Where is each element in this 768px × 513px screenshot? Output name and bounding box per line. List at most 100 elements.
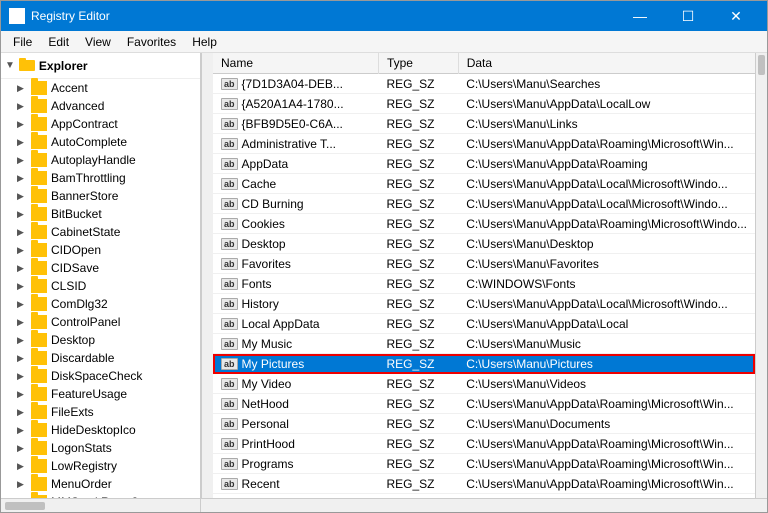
table-row[interactable]: abMy VideoREG_SZC:\Users\Manu\Videos — [213, 374, 755, 394]
cell-type: REG_SZ — [378, 314, 458, 334]
cell-name-value: Programs — [242, 457, 294, 471]
table-row[interactable]: abNetHoodREG_SZC:\Users\Manu\AppData\Roa… — [213, 394, 755, 414]
table-row[interactable]: abLocal AppDataREG_SZC:\Users\Manu\AppDa… — [213, 314, 755, 334]
menu-item-view[interactable]: View — [77, 33, 119, 51]
cell-type: REG_SZ — [378, 434, 458, 454]
sidebar-item-cabinetstate[interactable]: ▶ CabinetState — [1, 223, 200, 241]
cell-type: REG_SZ — [378, 354, 458, 374]
cell-name: ab{A520A1A4-1780... — [213, 94, 378, 114]
window-title: Registry Editor — [31, 9, 110, 23]
sidebar-arrow-icon: ▶ — [17, 353, 31, 364]
sidebar-arrow-icon: ▶ — [17, 83, 31, 94]
table-row[interactable]: abFontsREG_SZC:\WINDOWS\Fonts — [213, 274, 755, 294]
sidebar-arrow-icon: ▶ — [17, 407, 31, 418]
cell-name: ab{BFB9D5E0-C6A... — [213, 114, 378, 134]
sidebar-item-discardable[interactable]: ▶ Discardable — [1, 349, 200, 367]
sidebar-arrow-icon: ▶ — [17, 209, 31, 220]
cell-type: REG_SZ — [378, 114, 458, 134]
cell-type: REG_SZ — [378, 194, 458, 214]
sidebar-item-featureusage[interactable]: ▶ FeatureUsage — [1, 385, 200, 403]
cell-type: REG_SZ — [378, 334, 458, 354]
sidebar-item-hidedesktopico[interactable]: ▶ HideDesktopIco — [1, 421, 200, 439]
table-row[interactable]: abCD BurningREG_SZC:\Users\Manu\AppData\… — [213, 194, 755, 214]
sidebar-item-advanced[interactable]: ▶ Advanced — [1, 97, 200, 115]
table-row[interactable]: abMy MusicREG_SZC:\Users\Manu\Music — [213, 334, 755, 354]
folder-icon — [31, 243, 47, 257]
sidebar-item-label: CIDOpen — [51, 243, 101, 257]
sidebar-item-fileexts[interactable]: ▶ FileExts — [1, 403, 200, 421]
cell-name: abPrintHood — [213, 434, 378, 454]
sidebar-item-autocomplete[interactable]: ▶ AutoComplete — [1, 133, 200, 151]
col-data[interactable]: Data — [458, 53, 755, 74]
sidebar-item-menuorder[interactable]: ▶ MenuOrder — [1, 475, 200, 493]
menu-item-edit[interactable]: Edit — [40, 33, 77, 51]
table-row[interactable]: abMy PicturesREG_SZC:\Users\Manu\Picture… — [213, 354, 755, 374]
reg-ab-icon: ab — [221, 458, 238, 470]
table-row[interactable]: ab{7D1D3A04-DEB...REG_SZC:\Users\Manu\Se… — [213, 74, 755, 94]
folder-icon — [31, 387, 47, 401]
sidebar-item-label: Accent — [51, 81, 88, 95]
menu-item-file[interactable]: File — [5, 33, 40, 51]
sidebar-item-bannerstore[interactable]: ▶ BannerStore — [1, 187, 200, 205]
table-row[interactable]: abFavoritesREG_SZC:\Users\Manu\Favorites — [213, 254, 755, 274]
folder-icon — [31, 333, 47, 347]
menu-item-favorites[interactable]: Favorites — [119, 33, 184, 51]
sidebar-scrollbar[interactable] — [201, 53, 213, 498]
col-type[interactable]: Type — [378, 53, 458, 74]
sidebar-item-cidopen[interactable]: ▶ CIDOpen — [1, 241, 200, 259]
cell-name: abFonts — [213, 274, 378, 294]
cell-name: ab Cookies — [213, 214, 378, 234]
status-bar — [1, 498, 767, 512]
sidebar-arrow-icon: ▶ — [17, 281, 31, 292]
table-row[interactable]: abDesktopREG_SZC:\Users\Manu\Desktop — [213, 234, 755, 254]
menu-item-help[interactable]: Help — [184, 33, 225, 51]
table-row[interactable]: abPersonalREG_SZC:\Users\Manu\Documents — [213, 414, 755, 434]
sidebar-item-clsid[interactable]: ▶ CLSID — [1, 277, 200, 295]
table-row[interactable]: abRecentREG_SZC:\Users\Manu\AppData\Roam… — [213, 474, 755, 494]
table-row[interactable]: abAppDataREG_SZC:\Users\Manu\AppData\Roa… — [213, 154, 755, 174]
maximize-button[interactable]: ☐ — [665, 1, 711, 31]
reg-ab-icon: ab — [221, 78, 238, 90]
cell-name: abDesktop — [213, 234, 378, 254]
sidebar-item-controlpanel[interactable]: ▶ ControlPanel — [1, 313, 200, 331]
sidebar-item-bamthrottling[interactable]: ▶ BamThrottling — [1, 169, 200, 187]
sidebar-item-accent[interactable]: ▶ Accent — [1, 79, 200, 97]
reg-ab-icon: ab — [221, 218, 238, 230]
sidebar-item-comdlg32[interactable]: ▶ ComDlg32 — [1, 295, 200, 313]
sidebar-item-logonstats[interactable]: ▶ LogonStats — [1, 439, 200, 457]
sidebar-hscroll[interactable] — [1, 499, 201, 512]
cell-name-value: Personal — [242, 417, 289, 431]
cell-name: abNetHood — [213, 394, 378, 414]
cell-name-value: Cookies — [242, 217, 285, 231]
cell-name-value: Local AppData — [242, 317, 320, 331]
cell-data: C:\Users\Manu\AppData\Local — [458, 314, 755, 334]
table-row[interactable]: abHistoryREG_SZC:\Users\Manu\AppData\Loc… — [213, 294, 755, 314]
sidebar-item-autoplayhandle[interactable]: ▶ AutoplayHandle — [1, 151, 200, 169]
sidebar-item-bitbucket[interactable]: ▶ BitBucket — [1, 205, 200, 223]
table-row[interactable]: ab{BFB9D5E0-C6A...REG_SZC:\Users\Manu\Li… — [213, 114, 755, 134]
sidebar-item-desktop[interactable]: ▶ Desktop — [1, 331, 200, 349]
main-scrollbar[interactable] — [755, 53, 767, 498]
cell-name-value: NetHood — [242, 397, 289, 411]
table-row[interactable]: ab{A520A1A4-1780...REG_SZC:\Users\Manu\A… — [213, 94, 755, 114]
close-button[interactable]: ✕ — [713, 1, 759, 31]
cell-name-value: My Music — [242, 337, 293, 351]
reg-ab-icon: ab — [221, 118, 238, 130]
cell-name-value: Fonts — [242, 277, 272, 291]
table-row[interactable]: abCookiesREG_SZC:\Users\Manu\AppData\Roa… — [213, 214, 755, 234]
table-row[interactable]: abProgramsREG_SZC:\Users\Manu\AppData\Ro… — [213, 454, 755, 474]
sidebar-item-cidsave[interactable]: ▶ CIDSave — [1, 259, 200, 277]
cell-type: REG_SZ — [378, 174, 458, 194]
sidebar-item-lowregistry[interactable]: ▶ LowRegistry — [1, 457, 200, 475]
table-row[interactable]: abPrintHoodREG_SZC:\Users\Manu\AppData\R… — [213, 434, 755, 454]
cell-name-value: Administrative T... — [242, 137, 336, 151]
table-row[interactable]: abCacheREG_SZC:\Users\Manu\AppData\Local… — [213, 174, 755, 194]
sidebar-header-label: Explorer — [39, 59, 88, 73]
sidebar-item-appcontract[interactable]: ▶ AppContract — [1, 115, 200, 133]
sidebar-item-diskspacecheck[interactable]: ▶ DiskSpaceCheck — [1, 367, 200, 385]
cell-type: REG_SZ — [378, 254, 458, 274]
sidebar-arrow-icon: ▶ — [17, 371, 31, 382]
minimize-button[interactable]: — — [617, 1, 663, 31]
col-name[interactable]: Name — [213, 53, 378, 74]
table-row[interactable]: abAdministrative T...REG_SZC:\Users\Manu… — [213, 134, 755, 154]
